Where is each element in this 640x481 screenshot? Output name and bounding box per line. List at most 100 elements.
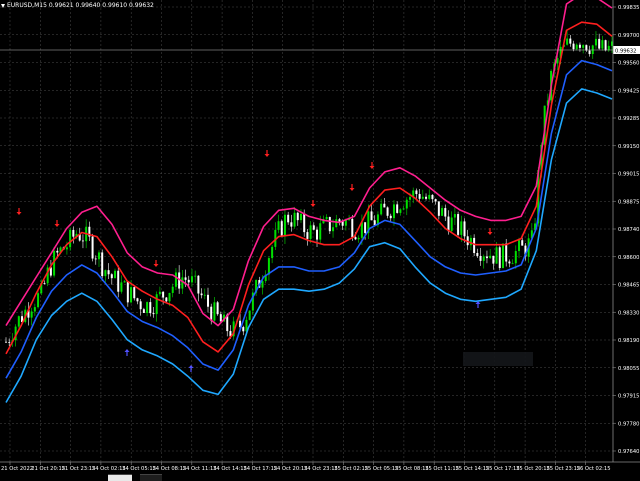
- price-tick-label: 0.99835: [618, 5, 639, 11]
- candle-body: [290, 222, 293, 227]
- candle-body: [174, 272, 177, 287]
- candle-body: [357, 237, 360, 240]
- candle-body: [130, 287, 133, 303]
- candle-body: [184, 277, 187, 280]
- candle-body: [501, 243, 504, 269]
- candle-body: [136, 298, 139, 302]
- candle-body: [473, 237, 476, 253]
- buy-arrow-head: [124, 349, 130, 352]
- time-tick-label: 25 Oct 02:15: [334, 466, 368, 472]
- time-tick-label: 24 Oct 02:15: [92, 466, 126, 472]
- price-tick-label: 0.99015: [618, 172, 639, 178]
- time-axis[interactable]: 21 Oct 202221 Oct 20:1521 Oct 23:1524 Oc…: [0, 461, 640, 472]
- price-tick-label: 0.98740: [618, 227, 639, 233]
- candle-body: [187, 279, 190, 283]
- time-tick-label: 26 Oct 02:15: [577, 466, 611, 472]
- candle-body: [335, 219, 338, 228]
- price-tick-label: 0.98600: [618, 255, 639, 261]
- candle-body: [338, 219, 341, 222]
- time-tick-label: 25 Oct 11:15: [425, 466, 459, 472]
- candle-body: [37, 293, 40, 308]
- time-tick-label: 24 Oct 11:15: [183, 466, 217, 472]
- signal-arrows: [16, 150, 493, 372]
- candle-body: [588, 50, 591, 55]
- candle-body: [168, 292, 171, 302]
- sell-arrow-head: [54, 224, 60, 227]
- time-tick-label: 25 Oct 14:15: [456, 466, 490, 472]
- candle-body: [392, 204, 395, 219]
- candle-body: [165, 297, 168, 302]
- candle-body: [319, 223, 322, 240]
- price-tick-label: 0.97640: [618, 449, 639, 455]
- time-tick-label: 25 Oct 23:15: [546, 466, 580, 472]
- candle-body: [114, 270, 117, 279]
- candle-body: [431, 194, 434, 200]
- candle-body: [508, 261, 511, 264]
- time-tick-label: 24 Oct 08:15: [153, 466, 187, 472]
- candle-body: [8, 342, 11, 343]
- candle-body: [428, 194, 431, 199]
- sell-arrow-head: [16, 212, 22, 215]
- candle-body: [280, 221, 283, 237]
- candle-body: [582, 45, 585, 48]
- time-tick-label: 25 Oct 20:15: [516, 466, 550, 472]
- dropdown-triangle-icon[interactable]: [1, 3, 5, 8]
- candle-body: [207, 294, 209, 307]
- candle-body: [402, 208, 405, 210]
- candle-body: [171, 286, 174, 293]
- chart-window[interactable]: 0.99632 0.99835 0.99700 0.99560 0.99425 0.99…: [0, 0, 640, 481]
- candle-body: [485, 256, 488, 259]
- candle-body: [566, 38, 569, 45]
- candle-body: [142, 309, 145, 313]
- candle-body: [332, 227, 335, 232]
- candle-body: [399, 209, 402, 213]
- candle-body: [94, 258, 97, 260]
- candle-body: [415, 190, 418, 195]
- price-chart[interactable]: 0.99632 0.998350.997000.995600.994250.99…: [0, 0, 640, 480]
- candle-body: [248, 310, 251, 320]
- candle-body: [514, 251, 517, 264]
- candle-body: [69, 229, 72, 248]
- candle-body: [296, 212, 299, 221]
- candle-body: [354, 237, 357, 240]
- candle-body: [489, 255, 492, 259]
- candle-body: [309, 225, 312, 239]
- time-tick-label: 21 Oct 20:15: [31, 466, 65, 472]
- candle-body: [521, 240, 524, 246]
- candle-body: [200, 293, 203, 296]
- candle-body: [30, 311, 33, 318]
- candle-body: [104, 270, 107, 277]
- candle-body: [312, 225, 315, 230]
- candle-body: [17, 316, 20, 327]
- candle-body: [155, 294, 158, 315]
- candle-body: [91, 236, 94, 259]
- candle-body: [107, 270, 110, 275]
- time-tick-label: 25 Oct 08:15: [395, 466, 429, 472]
- candle-body: [511, 263, 514, 265]
- candle-body: [386, 207, 389, 216]
- candle-body: [158, 291, 161, 295]
- candle-body: [213, 302, 216, 321]
- buy-arrow-head: [188, 365, 194, 368]
- candle-body: [425, 196, 428, 199]
- candle-body: [152, 313, 155, 315]
- candle-body: [133, 287, 136, 299]
- candle-body: [479, 255, 482, 261]
- candle-body: [476, 252, 479, 256]
- upper-outer-band: [5, 0, 613, 327]
- candle-body: [607, 45, 610, 51]
- price-tick-label: 0.99700: [618, 33, 639, 39]
- price-axis[interactable]: 0.99835 0.99700 0.99560 0.99425 0.99285 0.991…: [612, 0, 639, 462]
- candle-body: [409, 197, 411, 200]
- price-tick-label: 0.97780: [618, 421, 639, 427]
- candle-body: [293, 212, 296, 227]
- sell-arrow-head: [310, 204, 316, 207]
- candle-body: [463, 221, 466, 237]
- candle-body: [306, 232, 309, 239]
- price-tick-label: 0.98190: [618, 338, 639, 344]
- candle-body: [146, 302, 149, 313]
- candle-body: [444, 208, 447, 217]
- chart-title: EURUSD,M15 0.99621 0.99640 0.99610 0.996…: [1, 2, 154, 9]
- candle-body: [418, 194, 421, 199]
- candle-body: [101, 252, 104, 277]
